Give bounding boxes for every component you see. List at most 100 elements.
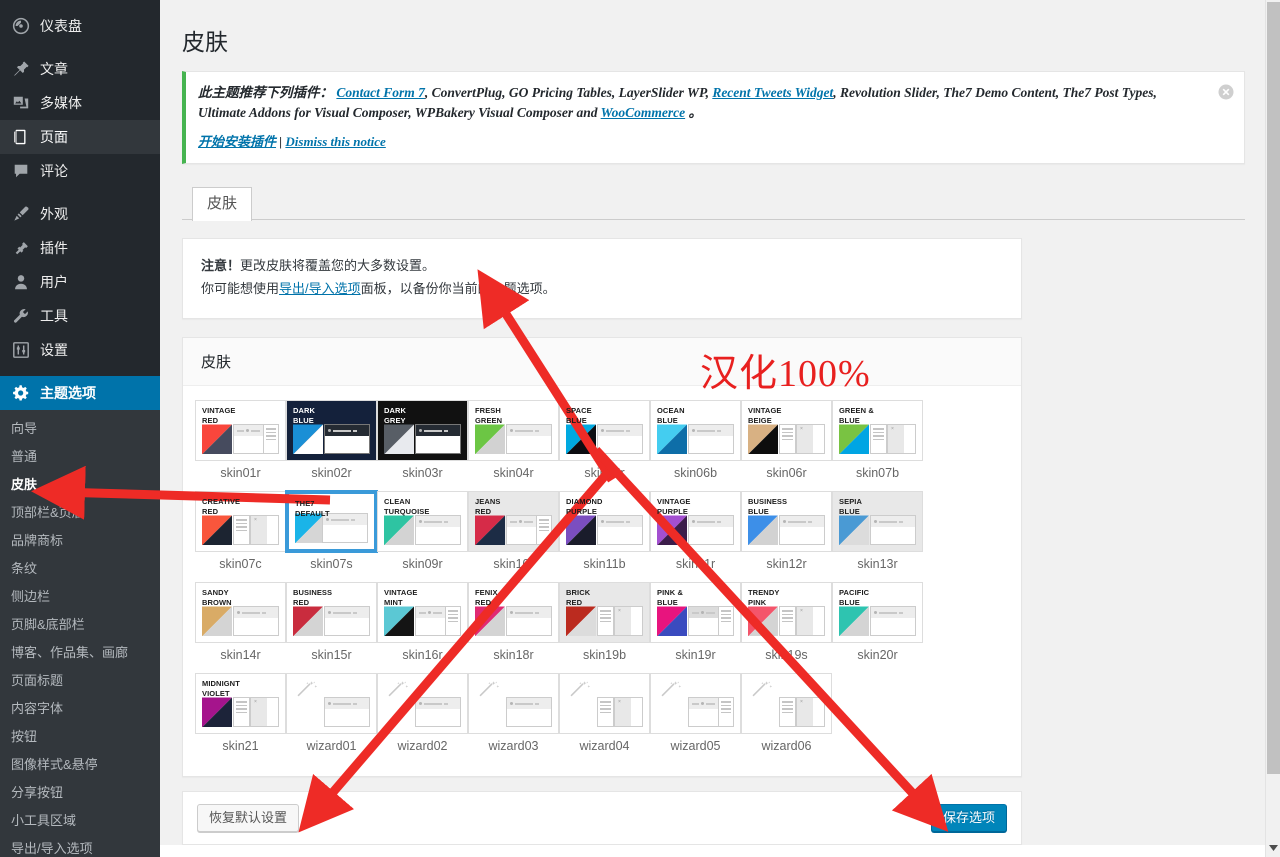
tab-skins[interactable]: 皮肤 [192, 186, 253, 221]
skin-option-skin21[interactable]: MIDNIGNT VIOLET × skin21 [195, 673, 286, 754]
submenu-item-4[interactable]: 品牌商标 [0, 527, 160, 555]
skin-thumbnail[interactable]: THE7 DEFAULT [286, 491, 377, 553]
horizontal-scrollbar[interactable] [160, 845, 1265, 857]
sidebar-item-1[interactable]: 文章 [0, 52, 160, 86]
skin-option-skin10r[interactable]: JEANS RED skin10r [468, 491, 559, 572]
skin-thumbnail[interactable] [377, 673, 468, 735]
close-icon[interactable] [1212, 78, 1240, 106]
skin-thumbnail[interactable] [286, 673, 377, 735]
skin-option-skin02r[interactable]: DARK BLUE skin02r [286, 400, 377, 481]
skin-option-skin19s[interactable]: TRENDY PINK × skin19s [741, 582, 832, 663]
skin-thumbnail[interactable]: DARK GREY [377, 400, 468, 462]
export-import-options-link[interactable]: 导出/导入选项 [279, 281, 361, 296]
scroll-down-arrow-icon[interactable] [1266, 841, 1280, 855]
submenu-item-3[interactable]: 顶部栏&页眉 [0, 499, 160, 527]
skin-option-skin20r[interactable]: PACIFIC BLUE skin20r [832, 582, 923, 663]
sidebar-item-7[interactable]: 用户 [0, 265, 160, 299]
plugin-name-0[interactable]: Contact Form 7 [336, 85, 425, 100]
skin-thumbnail[interactable]: FENIX RED [468, 582, 559, 644]
begin-install-plugins-link[interactable]: 开始安装插件 [198, 134, 276, 149]
skin-option-skin05r[interactable]: SPACE BLUE skin05r [559, 400, 650, 481]
skin-option-wizard06[interactable]: × wizard06 [741, 673, 832, 754]
skin-option-skin06b[interactable]: OCEAN BLUE skin06b [650, 400, 741, 481]
dismiss-notice-link[interactable]: Dismiss this notice [285, 134, 385, 149]
submenu-item-13[interactable]: 分享按钮 [0, 779, 160, 807]
sidebar-item-10[interactable]: 主题选项 [0, 376, 160, 410]
submenu-item-15[interactable]: 导出/导入选项 [0, 835, 160, 857]
skin-thumbnail[interactable]: TRENDY PINK × [741, 582, 832, 644]
sidebar-item-2[interactable]: 多媒体 [0, 86, 160, 120]
skin-thumbnail[interactable]: CREATIVE RED × [195, 491, 286, 553]
skin-thumbnail[interactable] [468, 673, 559, 735]
skin-option-skin13r[interactable]: SEPIA BLUE skin13r [832, 491, 923, 572]
skin-thumbnail[interactable]: MIDNIGNT VIOLET × [195, 673, 286, 735]
skin-thumbnail[interactable]: VINTAGE MINT [377, 582, 468, 644]
submenu-item-11[interactable]: 按钮 [0, 723, 160, 751]
skin-option-skin07b[interactable]: GREEN & BLUE × skin07b [832, 400, 923, 481]
skin-option-wizard03[interactable]: wizard03 [468, 673, 559, 754]
skin-thumbnail[interactable]: DIAMOND PURPLE [559, 491, 650, 553]
submenu-item-2[interactable]: 皮肤 [0, 471, 160, 499]
skin-option-skin06r[interactable]: VINTAGE BEIGE × skin06r [741, 400, 832, 481]
skin-option-skin07s[interactable]: THE7 DEFAULT skin07s [286, 491, 377, 572]
submenu-item-0[interactable]: 向导 [0, 415, 160, 443]
skin-option-skin19b[interactable]: BRICK RED × skin19b [559, 582, 650, 663]
skin-thumbnail[interactable]: PINK & BLUE [650, 582, 741, 644]
skin-option-wizard01[interactable]: wizard01 [286, 673, 377, 754]
submenu-item-5[interactable]: 条纹 [0, 555, 160, 583]
skin-option-wizard02[interactable]: wizard02 [377, 673, 468, 754]
skin-thumbnail[interactable]: DARK BLUE [286, 400, 377, 462]
skin-option-skin04r[interactable]: FRESH GREEN skin04r [468, 400, 559, 481]
submenu-item-7[interactable]: 页脚&底部栏 [0, 611, 160, 639]
skin-option-skin11b[interactable]: DIAMOND PURPLE skin11b [559, 491, 650, 572]
vertical-scrollbar[interactable] [1265, 0, 1280, 857]
skin-option-skin14r[interactable]: SANDY BROWN skin14r [195, 582, 286, 663]
skin-option-skin19r[interactable]: PINK & BLUE skin19r [650, 582, 741, 663]
skin-thumbnail[interactable] [650, 673, 741, 735]
skin-thumbnail[interactable]: JEANS RED [468, 491, 559, 553]
skin-thumbnail[interactable]: BUSINESS BLUE [741, 491, 832, 553]
submenu-item-14[interactable]: 小工具区域 [0, 807, 160, 835]
sidebar-item-6[interactable]: 插件 [0, 231, 160, 265]
sidebar-item-3[interactable]: 页面 [0, 120, 160, 154]
skin-option-skin07c[interactable]: CREATIVE RED × skin07c [195, 491, 286, 572]
skin-option-skin01r[interactable]: VINTAGE RED skin01r [195, 400, 286, 481]
submenu-item-10[interactable]: 内容字体 [0, 695, 160, 723]
plugin-name-4[interactable]: Recent Tweets Widget [712, 85, 833, 100]
submenu-item-8[interactable]: 博客、作品集、画廊 [0, 639, 160, 667]
skin-thumbnail[interactable]: VINTAGE RED [195, 400, 286, 462]
skin-thumbnail[interactable]: × [741, 673, 832, 735]
sidebar-item-4[interactable]: 评论 [0, 154, 160, 188]
skin-thumbnail[interactable]: OCEAN BLUE [650, 400, 741, 462]
submenu-item-6[interactable]: 侧边栏 [0, 583, 160, 611]
skin-option-wizard04[interactable]: × wizard04 [559, 673, 650, 754]
skin-option-skin18r[interactable]: FENIX RED skin18r [468, 582, 559, 663]
skin-option-skin03r[interactable]: DARK GREY skin03r [377, 400, 468, 481]
save-options-button[interactable]: 保存选项 [930, 804, 1007, 833]
skin-thumbnail[interactable]: CLEAN TURQUOISE [377, 491, 468, 553]
submenu-item-12[interactable]: 图像样式&悬停 [0, 751, 160, 779]
skin-option-skin11r[interactable]: VINTAGE PURPLE skin11r [650, 491, 741, 572]
skin-thumbnail[interactable]: BUSINESS RED [286, 582, 377, 644]
submenu-item-9[interactable]: 页面标题 [0, 667, 160, 695]
sidebar-item-5[interactable]: 外观 [0, 197, 160, 231]
skin-option-skin12r[interactable]: BUSINESS BLUE skin12r [741, 491, 832, 572]
plugin-name-last[interactable]: WooCommerce [601, 105, 686, 120]
sidebar-item-8[interactable]: 工具 [0, 299, 160, 333]
submenu-item-1[interactable]: 普通 [0, 443, 160, 471]
skin-thumbnail[interactable]: SPACE BLUE [559, 400, 650, 462]
skin-option-skin09r[interactable]: CLEAN TURQUOISE skin09r [377, 491, 468, 572]
reset-defaults-button[interactable]: 恢复默认设置 [197, 804, 300, 833]
sidebar-item-9[interactable]: 设置 [0, 333, 160, 367]
skin-thumbnail[interactable]: × [559, 673, 650, 735]
skin-thumbnail[interactable]: PACIFIC BLUE [832, 582, 923, 644]
skin-thumbnail[interactable]: BRICK RED × [559, 582, 650, 644]
sidebar-item-0[interactable]: 仪表盘 [0, 9, 160, 43]
skin-thumbnail[interactable]: SANDY BROWN [195, 582, 286, 644]
skin-thumbnail[interactable]: FRESH GREEN [468, 400, 559, 462]
skin-option-wizard05[interactable]: wizard05 [650, 673, 741, 754]
skin-option-skin16r[interactable]: VINTAGE MINT skin16r [377, 582, 468, 663]
skin-thumbnail[interactable]: VINTAGE BEIGE × [741, 400, 832, 462]
vertical-scrollbar-thumb[interactable] [1267, 2, 1280, 774]
skin-thumbnail[interactable]: VINTAGE PURPLE [650, 491, 741, 553]
